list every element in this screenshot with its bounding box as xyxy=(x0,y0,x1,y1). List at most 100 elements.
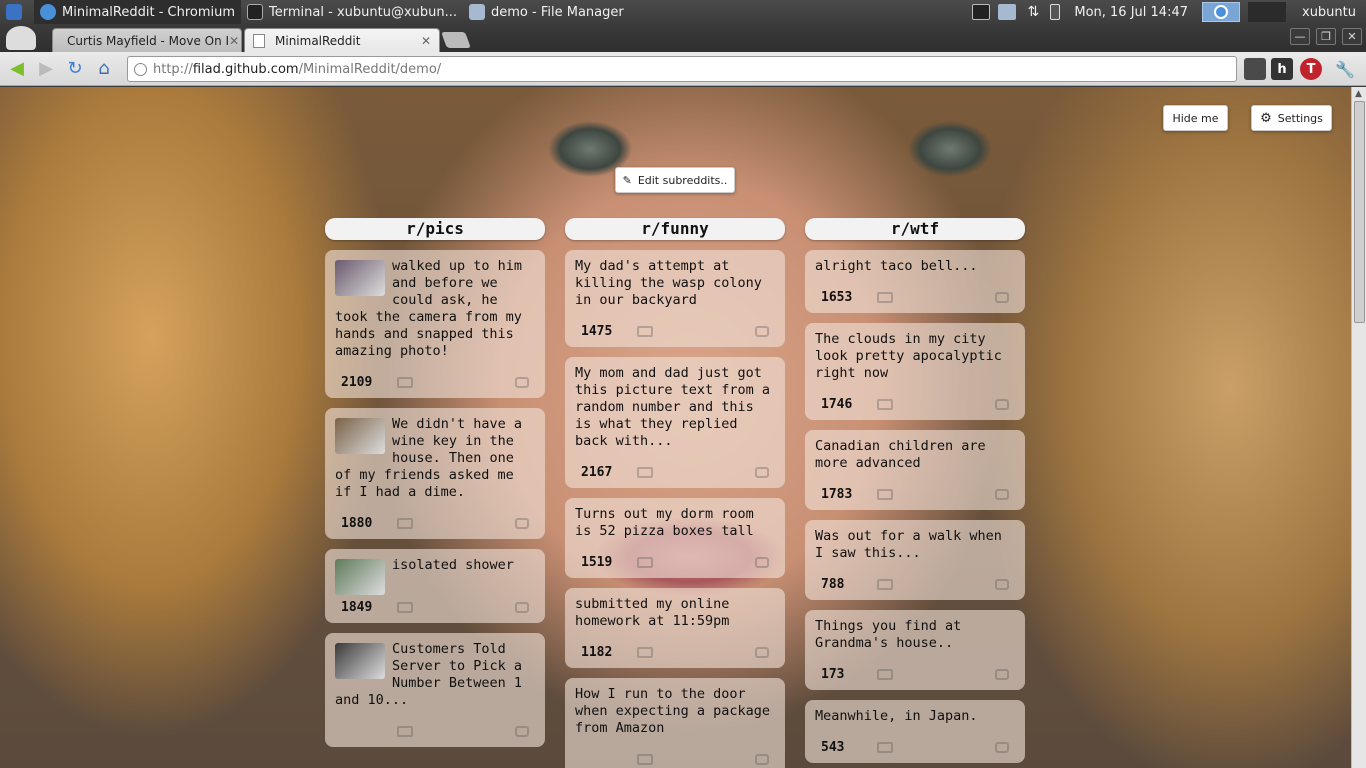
camera-icon[interactable] xyxy=(397,517,413,529)
close-window-button[interactable]: ✕ xyxy=(1342,28,1362,45)
post-card[interactable]: submitted my online homework at 11:59pm 1… xyxy=(565,588,785,668)
battery-icon[interactable] xyxy=(1050,4,1061,20)
post-card[interactable]: Turns out my dorm room is 52 pizza boxes… xyxy=(565,498,785,578)
address-bar[interactable]: http:// filad.github.com /MinimalReddit/… xyxy=(127,56,1237,82)
forward-button[interactable]: ▶ xyxy=(34,57,58,81)
page-scrollbar[interactable]: ▲ xyxy=(1351,87,1366,768)
post-card[interactable]: isolated shower 1849 xyxy=(325,549,545,623)
home-button[interactable]: ⌂ xyxy=(92,57,116,81)
comments-icon[interactable] xyxy=(995,399,1009,410)
subreddit-header[interactable]: r/wtf xyxy=(805,218,1025,240)
post-card[interactable]: Meanwhile, in Japan. 543 xyxy=(805,700,1025,763)
post-title[interactable]: submitted my online homework at 11:59pm xyxy=(575,596,775,630)
evernote-extension-icon[interactable] xyxy=(1244,58,1266,80)
close-icon[interactable]: ✕ xyxy=(421,34,431,48)
post-title[interactable]: The clouds in my city look pretty apocal… xyxy=(815,331,1015,382)
post-title[interactable]: alright taco bell... xyxy=(815,258,1015,275)
tab-minimalreddit[interactable]: MinimalReddit ✕ xyxy=(244,28,440,52)
comments-icon[interactable] xyxy=(995,669,1009,680)
comments-icon[interactable] xyxy=(755,326,769,337)
page-info-icon[interactable] xyxy=(134,62,147,76)
camera-icon[interactable] xyxy=(877,398,893,410)
subreddit-header[interactable]: r/pics xyxy=(325,218,545,240)
camera-icon[interactable] xyxy=(877,488,893,500)
minimize-button[interactable]: — xyxy=(1290,28,1310,45)
edit-subreddits-button[interactable]: ✎ Edit subreddits.. xyxy=(615,167,735,193)
t-extension-icon[interactable]: T xyxy=(1300,58,1322,80)
camera-icon[interactable] xyxy=(637,753,653,765)
reload-button[interactable]: ↻ xyxy=(63,57,87,81)
hide-me-button[interactable]: Hide me xyxy=(1163,105,1228,131)
taskbar-item-terminal[interactable]: Terminal - xubuntu@xubun... xyxy=(241,0,463,24)
comments-icon[interactable] xyxy=(755,647,769,658)
taskbar-item-file-manager[interactable]: demo - File Manager xyxy=(463,0,630,24)
subreddit-header[interactable]: r/funny xyxy=(565,218,785,240)
comments-icon[interactable] xyxy=(995,579,1009,590)
terminal-launcher-icon[interactable] xyxy=(972,4,991,20)
post-thumbnail[interactable] xyxy=(335,418,385,454)
workspace-2[interactable] xyxy=(1248,2,1286,22)
tab-youtube[interactable]: Curtis Mayfield - Move On I ✕ xyxy=(52,28,242,52)
post-card[interactable]: Things you find at Grandma's house.. 173 xyxy=(805,610,1025,690)
post-title[interactable]: How I run to the door when expecting a p… xyxy=(575,686,775,737)
camera-icon[interactable] xyxy=(637,646,653,658)
camera-icon[interactable] xyxy=(877,578,893,590)
new-tab-button[interactable] xyxy=(441,32,471,48)
post-card[interactable]: Customers Told Server to Pick a Number B… xyxy=(325,633,545,747)
post-title[interactable]: Things you find at Grandma's house.. xyxy=(815,618,1015,652)
post-title[interactable]: My mom and dad just got this picture tex… xyxy=(575,365,775,450)
post-card[interactable]: My mom and dad just got this picture tex… xyxy=(565,357,785,488)
taskbar-item-chromium[interactable]: MinimalReddit - Chromium xyxy=(34,0,242,24)
clock[interactable]: Mon, 16 Jul 14:47 xyxy=(1068,5,1194,20)
camera-icon[interactable] xyxy=(877,291,893,303)
comments-icon[interactable] xyxy=(995,292,1009,303)
tab-title: Curtis Mayfield - Move On I xyxy=(67,33,230,48)
camera-icon[interactable] xyxy=(637,325,653,337)
camera-icon[interactable] xyxy=(397,725,413,737)
scrollbar-thumb[interactable] xyxy=(1354,101,1365,323)
scroll-up-icon[interactable]: ▲ xyxy=(1355,89,1362,99)
post-card[interactable]: Was out for a walk when I saw this... 788 xyxy=(805,520,1025,600)
camera-icon[interactable] xyxy=(637,556,653,568)
user-name[interactable]: xubuntu xyxy=(1294,5,1360,20)
comments-icon[interactable] xyxy=(515,726,529,737)
camera-icon[interactable] xyxy=(877,668,893,680)
comments-icon[interactable] xyxy=(755,467,769,478)
post-title[interactable]: Meanwhile, in Japan. xyxy=(815,708,1015,725)
wrench-icon[interactable]: 🔧 xyxy=(1334,58,1356,80)
camera-icon[interactable] xyxy=(397,601,413,613)
camera-icon[interactable] xyxy=(397,376,413,388)
comments-icon[interactable] xyxy=(515,518,529,529)
comments-icon[interactable] xyxy=(515,602,529,613)
maximize-button[interactable]: ❐ xyxy=(1316,28,1336,45)
comments-icon[interactable] xyxy=(755,557,769,568)
settings-button[interactable]: ⚙ Settings xyxy=(1251,105,1332,131)
post-thumbnail[interactable] xyxy=(335,559,385,595)
post-title[interactable]: My dad's attempt at killing the wasp col… xyxy=(575,258,775,309)
post-card[interactable]: The clouds in my city look pretty apocal… xyxy=(805,323,1025,420)
camera-icon[interactable] xyxy=(877,741,893,753)
post-title[interactable]: Canadian children are more advanced xyxy=(815,438,1015,472)
post-card[interactable]: My dad's attempt at killing the wasp col… xyxy=(565,250,785,347)
post-card[interactable]: Canadian children are more advanced 1783 xyxy=(805,430,1025,510)
post-title[interactable]: Turns out my dorm room is 52 pizza boxes… xyxy=(575,506,775,540)
comments-icon[interactable] xyxy=(515,377,529,388)
post-thumbnail[interactable] xyxy=(335,643,385,679)
post-card[interactable]: How I run to the door when expecting a p… xyxy=(565,678,785,768)
post-title[interactable]: Was out for a walk when I saw this... xyxy=(815,528,1015,562)
file-manager-launcher-icon[interactable] xyxy=(998,4,1017,20)
post-thumbnail[interactable] xyxy=(335,260,385,296)
app-menu-button[interactable] xyxy=(0,0,34,24)
camera-icon[interactable] xyxy=(637,466,653,478)
workspace-1[interactable] xyxy=(1202,2,1240,22)
comments-icon[interactable] xyxy=(755,754,769,765)
post-card[interactable]: We didn't have a wine key in the house. … xyxy=(325,408,545,539)
post-card[interactable]: alright taco bell... 1653 xyxy=(805,250,1025,313)
back-button[interactable]: ◀ xyxy=(5,57,29,81)
comments-icon[interactable] xyxy=(995,489,1009,500)
hover-extension-icon[interactable]: h xyxy=(1271,58,1293,80)
post-card[interactable]: walked up to him and before we could ask… xyxy=(325,250,545,398)
network-icon[interactable]: ⇅ xyxy=(1024,4,1042,20)
comments-icon[interactable] xyxy=(995,742,1009,753)
close-icon[interactable]: ✕ xyxy=(229,34,239,48)
